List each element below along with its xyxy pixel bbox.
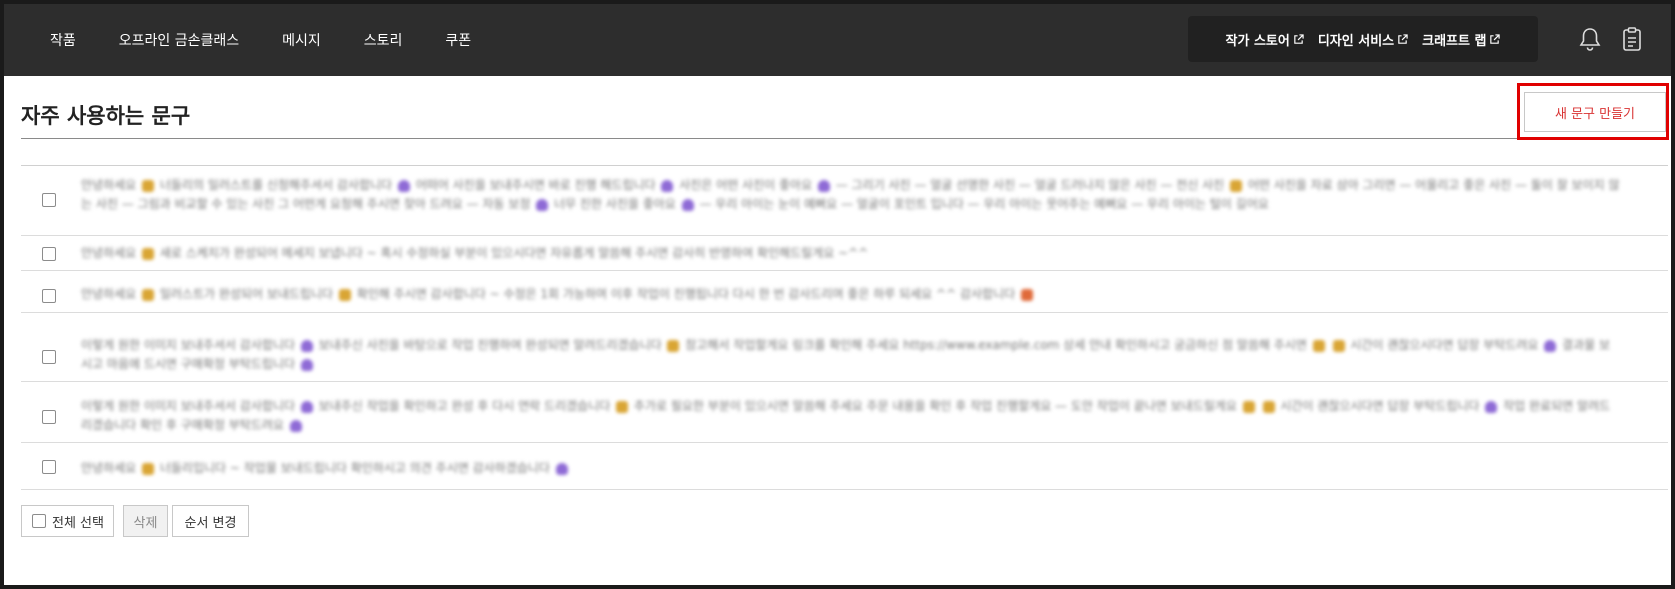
bell-icon[interactable] [1578, 26, 1602, 52]
emoji-icon [300, 400, 313, 413]
row-checkbox[interactable] [42, 193, 56, 207]
top-navigation-bar: 작품 오프라인 금손클래스 메시지 스토리 쿠폰 작가 스토어 디자인 서비스 … [4, 4, 1671, 76]
emoji-icon [1332, 339, 1345, 352]
design-service-link[interactable]: 디자인 서비스 [1318, 30, 1408, 49]
list-item: 이렇게 원한 이미지 보내주셔서 감사합니다 보내주신 사진을 바탕으로 작업 … [21, 329, 1668, 382]
list-item: 안녕하세요 너들리의 일러스트를 신청해주셔서 감사합니다 어떠어 사진을 보내… [21, 166, 1668, 236]
nav-item-messages[interactable]: 메시지 [282, 30, 321, 50]
emoji-icon [536, 198, 549, 211]
select-all-label: 전체 선택 [52, 515, 104, 531]
artist-store-label: 작가 스토어 [1225, 33, 1290, 49]
list-item: 안녕하세요 일러스트가 완성되어 보내드립니다 확인해 주시면 감사합니다 ~ … [21, 277, 1668, 313]
new-phrase-button[interactable]: 새 문구 만들기 [1524, 92, 1666, 132]
emoji-icon [142, 462, 155, 475]
phrase-text: 안녕하세요 일러스트가 완성되어 보내드립니다 확인해 주시면 감사합니다 ~ … [81, 285, 1621, 304]
phrase-text-content: 안녕하세요 새로 스케치가 완성되어 메세지 보냅니다 ~ 혹시 수정하실 부분… [81, 246, 869, 260]
list-item: 안녕하세요 새로 스케치가 완성되어 메세지 보냅니다 ~ 혹시 수정하실 부분… [21, 236, 1668, 271]
phrase-text: 안녕하세요 새로 스케치가 완성되어 메세지 보냅니다 ~ 혹시 수정하실 부분… [81, 244, 1621, 263]
external-link-icon [1294, 33, 1304, 44]
select-all-button[interactable]: 전체 선택 [21, 505, 114, 537]
emoji-icon [681, 198, 694, 211]
emoji-icon [1020, 288, 1033, 301]
craft-lab-link[interactable]: 크래프트 랩 [1422, 30, 1501, 49]
app-frame: 작품 오프라인 금손클래스 메시지 스토리 쿠폰 작가 스토어 디자인 서비스 … [4, 4, 1671, 585]
emoji-icon [142, 288, 155, 301]
phrase-text-content: 안녕하세요 너들리의 일러스트를 신청해주셔서 감사합니다 어떠어 사진을 보내… [81, 178, 1620, 211]
emoji-icon [142, 179, 155, 192]
emoji-icon [300, 339, 313, 352]
emoji-icon [1230, 179, 1242, 192]
emoji-icon [300, 358, 313, 371]
emoji-icon [142, 247, 155, 260]
delete-button[interactable]: 삭제 [123, 505, 168, 537]
emoji-icon [1262, 400, 1275, 413]
nav-item-works[interactable]: 작품 [50, 30, 76, 50]
emoji-icon [1242, 400, 1255, 413]
row-checkbox[interactable] [42, 460, 56, 474]
emoji-icon [817, 179, 830, 192]
list-item: 이렇게 원한 이미지 보내주셔서 감사합니다 보내주신 작업을 확인하고 완성 … [21, 390, 1668, 443]
phrase-text-content: 이렇게 원한 이미지 보내주셔서 감사합니다 보내주신 작업을 확인하고 완성 … [81, 399, 1611, 432]
main-nav: 작품 오프라인 금손클래스 메시지 스토리 쿠폰 [50, 4, 514, 76]
craft-lab-label: 크래프트 랩 [1422, 33, 1487, 49]
emoji-icon [661, 179, 674, 192]
phrase-text: 안녕하세요 너들리의 일러스트를 신청해주셔서 감사합니다 어떠어 사진을 보내… [81, 176, 1621, 214]
emoji-icon [555, 462, 568, 475]
row-checkbox[interactable] [42, 247, 56, 261]
external-link-icon [1490, 33, 1501, 44]
artist-store-link[interactable]: 작가 스토어 [1226, 30, 1304, 49]
phrase-text: 안녕하세요 너들리입니다 ~ 작업물 보내드립니다 확인하시고 의견 주시면 감… [81, 459, 1621, 478]
phrase-text-content: 안녕하세요 너들리입니다 ~ 작업물 보내드립니다 확인하시고 의견 주시면 감… [81, 461, 570, 475]
design-service-label: 디자인 서비스 [1317, 33, 1395, 49]
page-title: 자주 사용하는 문구 [21, 104, 191, 128]
clipboard-icon[interactable] [1620, 26, 1644, 52]
phrase-text: 이렇게 원한 이미지 보내주셔서 감사합니다 보내주신 사진을 바탕으로 작업 … [81, 336, 1621, 374]
emoji-icon [616, 400, 629, 413]
nav-item-offline-class[interactable]: 오프라인 금손클래스 [119, 30, 239, 50]
emoji-icon [397, 179, 410, 192]
select-all-checkbox[interactable] [32, 514, 46, 528]
emoji-icon [1485, 400, 1498, 413]
emoji-icon [667, 339, 680, 352]
phrase-text-content: 이렇게 원한 이미지 보내주셔서 감사합니다 보내주신 사진을 바탕으로 작업 … [81, 338, 1611, 371]
phrase-text-content: 안녕하세요 일러스트가 완성되어 보내드립니다 확인해 주시면 감사합니다 ~ … [81, 287, 1035, 301]
phrase-text: 이렇게 원한 이미지 보내주셔서 감사합니다 보내주신 작업을 확인하고 완성 … [81, 397, 1621, 435]
row-checkbox[interactable] [42, 410, 56, 424]
emoji-icon [338, 288, 351, 301]
row-checkbox[interactable] [42, 289, 56, 303]
reorder-button[interactable]: 순서 변경 [172, 505, 249, 537]
store-links-box: 작가 스토어 디자인 서비스 크래프트 랩 [1188, 16, 1538, 62]
nav-item-coupon[interactable]: 쿠폰 [445, 30, 471, 50]
row-checkbox[interactable] [42, 350, 56, 364]
emoji-icon [1312, 339, 1325, 352]
external-link-icon [1398, 33, 1408, 44]
list-item: 안녕하세요 너들리입니다 ~ 작업물 보내드립니다 확인하시고 의견 주시면 감… [21, 452, 1668, 490]
emoji-icon [1544, 339, 1557, 352]
emoji-icon [289, 419, 302, 432]
nav-item-story[interactable]: 스토리 [364, 30, 403, 50]
title-divider [21, 138, 1641, 139]
